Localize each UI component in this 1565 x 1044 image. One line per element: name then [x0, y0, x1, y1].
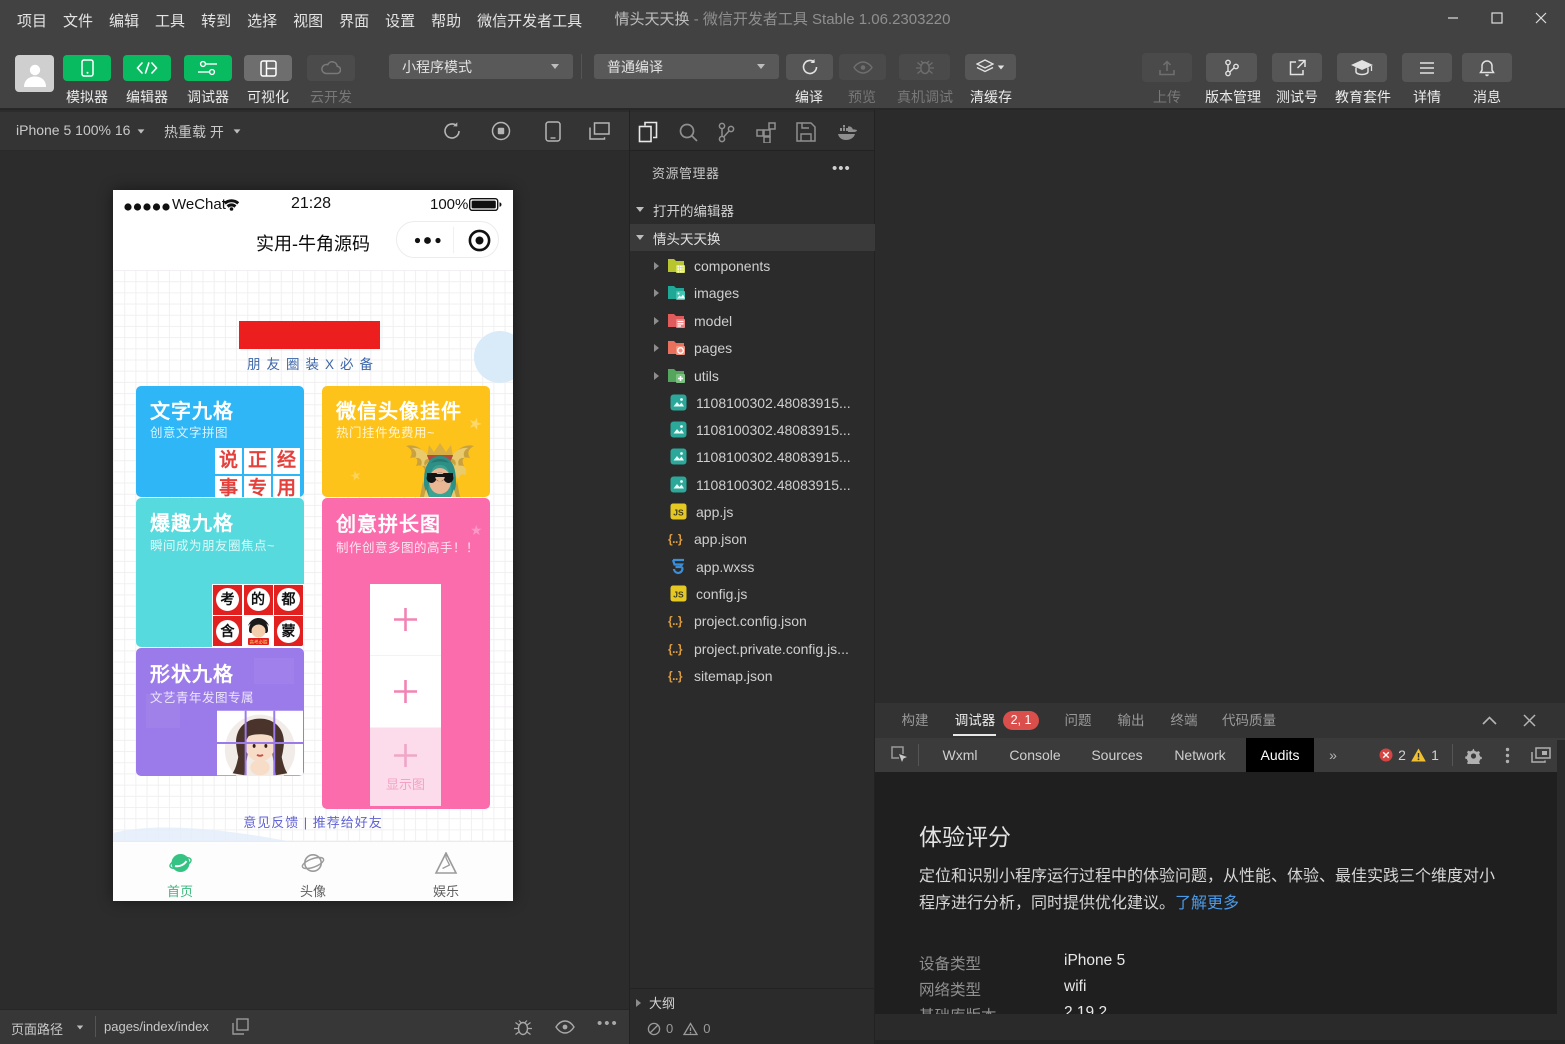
- svg-text:高考必胜: 高考必胜: [249, 639, 267, 646]
- svg-text:JS: JS: [673, 590, 684, 600]
- svg-text:JS: JS: [673, 508, 684, 518]
